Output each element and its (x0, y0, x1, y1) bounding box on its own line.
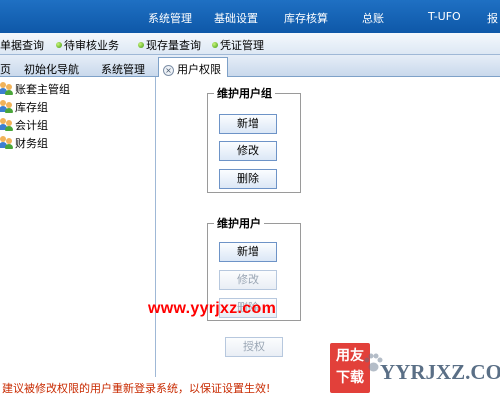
tab-init-navigation[interactable]: 初始化导航 (24, 59, 79, 77)
tab-system-management[interactable]: 系统管理 (101, 59, 145, 77)
toolbar-voucher-management[interactable]: 凭证管理 (212, 37, 264, 53)
maintain-user-group-legend: 维护用户组 (217, 87, 272, 100)
tree-item-accounting-group[interactable]: 会计组 (0, 117, 48, 133)
menu-general-ledger[interactable]: 总账 (362, 10, 384, 26)
tab-home[interactable]: 页 (0, 59, 11, 77)
top-menu-bar: 系统管理 基础设置 库存核算 总账 T-UFO 报 (0, 0, 500, 33)
permissions-panel: 维护用户组 新增 修改 删除 维护用户 新增 修改 删除 授权 (157, 77, 500, 377)
tree-item-account-manager-group[interactable]: 账套主管组 (0, 81, 70, 97)
maintain-user-legend: 维护用户 (217, 217, 261, 230)
edit-group-button[interactable]: 修改 (219, 141, 277, 161)
authorize-button[interactable]: 授权 (225, 337, 283, 357)
tab-bar: 页 初始化导航 系统管理 × 用户权限 (0, 55, 500, 77)
user-group-icon (0, 100, 13, 113)
user-group-icon (0, 82, 13, 95)
menu-basic-settings[interactable]: 基础设置 (214, 10, 258, 26)
green-dot-icon (212, 42, 218, 48)
toolbar-doc-query[interactable]: 单据查询 (0, 37, 44, 53)
tree-item-finance-group[interactable]: 财务组 (0, 135, 48, 151)
quick-toolbar: 单据查询 待审核业务 现存量查询 凭证管理 (0, 33, 500, 55)
menu-t-ufo[interactable]: T-UFO (428, 10, 461, 23)
status-message: 建议被修改权限的用户重新登录系统，以保证设置生效! (2, 382, 271, 395)
user-group-icon (0, 118, 13, 131)
edit-user-button[interactable]: 修改 (219, 270, 277, 290)
add-group-button[interactable]: 新增 (219, 114, 277, 134)
menu-inventory-accounting[interactable]: 库存核算 (284, 10, 328, 26)
user-group-icon (0, 136, 13, 149)
toolbar-pending-review[interactable]: 待审核业务 (56, 37, 119, 53)
toolbar-stock-query[interactable]: 现存量查询 (138, 37, 201, 53)
menu-system-management[interactable]: 系统管理 (148, 10, 192, 26)
menu-report[interactable]: 报 (487, 10, 498, 26)
watermark-logo-text: YYRJXZ.COM (380, 360, 500, 384)
group-tree: 账套主管组 库存组 会计组 财务组 (0, 77, 156, 377)
watermark-url: www.yyrjxz.com (148, 300, 277, 317)
green-dot-icon (56, 42, 62, 48)
tab-user-permissions[interactable]: × 用户权限 (158, 57, 228, 77)
add-user-button[interactable]: 新增 (219, 242, 277, 262)
delete-group-button[interactable]: 删除 (219, 169, 277, 189)
green-dot-icon (138, 42, 144, 48)
tree-item-inventory-group[interactable]: 库存组 (0, 99, 48, 115)
close-icon[interactable]: × (163, 65, 174, 76)
